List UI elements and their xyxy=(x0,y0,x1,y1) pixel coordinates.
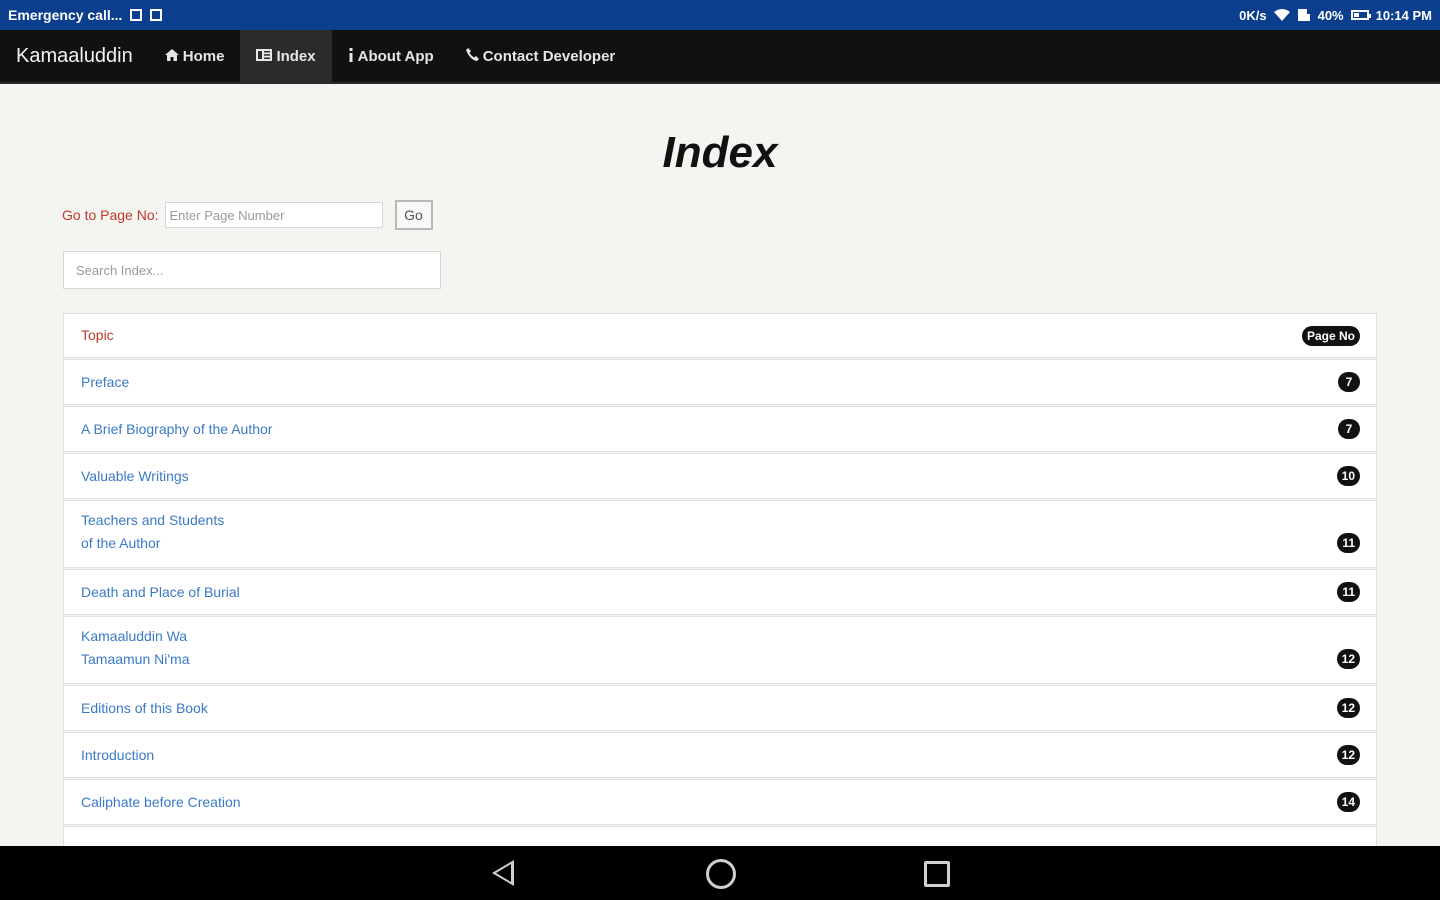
info-icon xyxy=(348,47,354,65)
page-number-badge: 12 xyxy=(1336,745,1360,765)
topic-line: of the Author xyxy=(81,535,161,551)
index-row[interactable]: A Brief Biography of the Author 7 xyxy=(63,406,1377,452)
nav-index-label: Index xyxy=(276,47,316,65)
brand-title[interactable]: Kamaaluddin xyxy=(0,30,149,82)
edit-note-icon xyxy=(130,9,143,21)
index-list-header: Topic Page No xyxy=(63,313,1377,358)
page-title: Index xyxy=(662,128,778,177)
home-circle-icon[interactable] xyxy=(706,859,736,889)
index-row[interactable]: Editions of this Book 12 xyxy=(63,685,1377,731)
battery-icon xyxy=(1350,10,1371,20)
index-row[interactable]: Preface 7 xyxy=(63,359,1377,405)
status-right: 0K/s 40% 10:14 PM xyxy=(1239,8,1432,23)
topic-line: Teachers and Students xyxy=(81,512,225,528)
battery-percent: 40% xyxy=(1317,7,1344,23)
index-row-topic[interactable]: A Brief Biography of the Author xyxy=(81,418,272,441)
page-number-badge: 14 xyxy=(1336,792,1360,812)
index-list: Topic Page No Preface 7 A Brief Biograph… xyxy=(63,313,1377,846)
topic-line: Kamaaluddin Wa xyxy=(81,628,188,644)
nav-home[interactable]: Home xyxy=(149,30,241,82)
index-row[interactable]: Caliphate before Creation 14 xyxy=(63,779,1377,825)
nav-contact-developer[interactable]: Contact Developer xyxy=(450,30,632,82)
index-row-topic[interactable]: Preface xyxy=(81,371,129,394)
index-row-topic[interactable]: Valuable Writings xyxy=(81,465,189,488)
image-notification-icon xyxy=(150,9,163,21)
index-row[interactable]: Valuable Writings 10 xyxy=(63,453,1377,499)
android-nav-bar xyxy=(0,846,1440,900)
page-number-badge: 12 xyxy=(1336,698,1360,718)
page-number-badge: 10 xyxy=(1336,466,1360,486)
goto-page-label: Go to Page No: xyxy=(62,207,159,223)
list-icon xyxy=(256,48,273,64)
index-row-topic[interactable]: Kamaaluddin Wa Tamaamun Ni'ma xyxy=(81,625,190,671)
topic-header: Topic xyxy=(81,327,114,343)
index-row[interactable]: Introduction 12 xyxy=(63,732,1377,778)
index-row-topic[interactable]: Teachers and Students of the Author xyxy=(81,509,224,555)
nav-about-app[interactable]: About App xyxy=(332,30,450,82)
page-number-badge: 7 xyxy=(1338,419,1360,439)
index-row-partial[interactable] xyxy=(63,826,1377,846)
carrier-text: Emergency call... xyxy=(8,7,123,23)
index-row[interactable]: Kamaaluddin Wa Tamaamun Ni'ma 12 xyxy=(63,616,1377,684)
page-number-badge: 7 xyxy=(1338,372,1360,392)
index-row-topic[interactable]: Introduction xyxy=(81,744,154,767)
back-icon[interactable] xyxy=(492,860,514,886)
index-row[interactable]: Teachers and Students of the Author 11 xyxy=(63,500,1377,568)
recent-apps-icon[interactable] xyxy=(924,861,950,887)
phone-icon xyxy=(465,48,479,64)
wifi-icon xyxy=(1273,9,1290,21)
index-row[interactable]: Death and Place of Burial 11 xyxy=(63,569,1377,615)
index-row-topic[interactable]: Caliphate before Creation xyxy=(81,791,241,814)
nav-index[interactable]: Index xyxy=(240,30,332,82)
nav-home-label: Home xyxy=(182,47,225,65)
index-row-topic[interactable]: Death and Place of Burial xyxy=(81,581,240,604)
status-left: Emergency call... xyxy=(8,7,163,23)
nav-about-label: About App xyxy=(357,47,434,65)
page-number-input[interactable] xyxy=(164,202,383,228)
home-icon xyxy=(164,48,179,64)
topic-line: Tamaamun Ni'ma xyxy=(81,651,190,667)
page-number-badge: 11 xyxy=(1337,582,1360,602)
page-content: Index Go to Page No: Go Topic Page No Pr… xyxy=(0,86,1440,846)
nav-contact-label: Contact Developer xyxy=(482,47,616,65)
go-button[interactable]: Go xyxy=(394,200,433,230)
search-index-input[interactable] xyxy=(63,251,441,289)
page-number-badge: 12 xyxy=(1336,649,1360,669)
index-row-topic[interactable]: Editions of this Book xyxy=(81,697,208,720)
clock: 10:14 PM xyxy=(1375,7,1432,23)
net-speed: 0K/s xyxy=(1239,7,1267,23)
sim-data-icon xyxy=(1297,8,1311,22)
goto-page-form: Go to Page No: Go xyxy=(62,200,433,230)
android-status-bar: Emergency call... 0K/s 40% 10:14 PM xyxy=(0,0,1440,30)
app-navbar: Kamaaluddin Home Index About App Contact… xyxy=(0,30,1440,84)
page-no-header-badge: Page No xyxy=(1301,325,1360,346)
page-number-badge: 11 xyxy=(1337,533,1360,553)
